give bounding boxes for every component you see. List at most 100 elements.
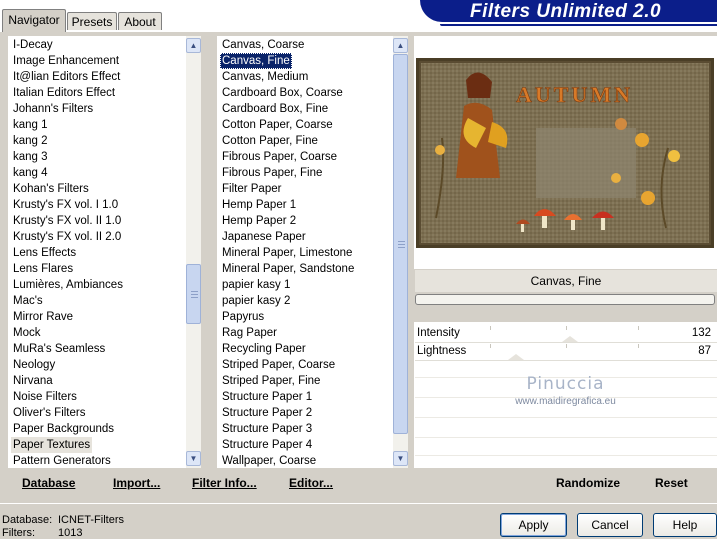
list-item[interactable]: Kohan's Filters (11, 181, 91, 197)
category-scrollbar[interactable]: ▲ ▼ (186, 36, 201, 468)
category-list[interactable]: I-Decay Image Enhancement It@lian Editors … (8, 36, 186, 468)
param-label: Lightness (417, 345, 467, 357)
list-item[interactable]: kang 1 (11, 117, 50, 133)
list-item[interactable]: Striped Paper, Fine (220, 373, 322, 389)
list-item[interactable]: Structure Paper 3 (220, 421, 314, 437)
list-item[interactable]: Mirror Rave (11, 309, 75, 325)
editor-label: Editor... (289, 476, 334, 490)
list-item[interactable]: Striped Paper, Coarse (220, 357, 337, 373)
list-item[interactable]: Hemp Paper 1 (220, 197, 298, 213)
list-item[interactable]: Recycling Paper (220, 341, 308, 357)
list-item[interactable]: Lumières, Ambiances (11, 277, 125, 293)
list-item[interactable]: Hemp Paper 2 (220, 213, 298, 229)
param-value: 87 (698, 345, 711, 357)
list-item[interactable]: I-Decay (11, 37, 55, 53)
tab-presets[interactable]: Presets (67, 12, 117, 30)
list-item[interactable]: Paper Backgrounds (11, 421, 116, 437)
list-item[interactable]: Mock (11, 325, 42, 341)
param-lightness[interactable]: Lightness 87 (417, 343, 717, 360)
list-item[interactable]: Mac's (11, 293, 45, 309)
list-item[interactable]: Rag Paper (220, 325, 279, 341)
filter-info-button[interactable]: Filter Info... (192, 475, 257, 491)
list-item[interactable]: kang 4 (11, 165, 50, 181)
database-label: Database (22, 476, 76, 490)
list-item[interactable]: Nirvana (11, 373, 55, 389)
list-item[interactable]: Structure Paper 1 (220, 389, 314, 405)
list-item[interactable]: Mineral Paper, Sandstone (220, 261, 356, 277)
watermark-url: www.maidiregrafica.eu (515, 396, 616, 407)
list-item[interactable]: Krusty's FX vol. I 1.0 (11, 197, 120, 213)
list-item[interactable]: Noise Filters (11, 389, 79, 405)
list-item[interactable]: Fibrous Paper, Coarse (220, 149, 339, 165)
list-item[interactable]: Neology (11, 357, 57, 373)
list-item[interactable]: Filter Paper (220, 181, 283, 197)
list-item[interactable]: papier kasy 2 (220, 293, 292, 309)
status-database-label: Database: (2, 514, 53, 526)
status-filters-label: Filters: (2, 527, 35, 539)
scroll-down-icon[interactable]: ▼ (186, 451, 201, 466)
list-item[interactable]: Fibrous Paper, Fine (220, 165, 324, 181)
brand-underline (440, 24, 717, 26)
list-item[interactable]: Canvas, Coarse (220, 37, 306, 53)
list-item[interactable]: kang 2 (11, 133, 50, 149)
filter-info-label: Filter Info... (192, 476, 257, 490)
watermark-name: Pinuccia (526, 374, 605, 394)
list-item[interactable]: kang 3 (11, 149, 50, 165)
list-item[interactable]: Mineral Paper, Limestone (220, 245, 354, 261)
scroll-thumb[interactable] (393, 54, 408, 434)
list-item[interactable]: Lens Flares (11, 261, 75, 277)
database-button[interactable]: Database (22, 475, 75, 491)
list-item[interactable]: Krusty's FX vol. II 2.0 (11, 229, 123, 245)
list-item[interactable]: Structure Paper 4 (220, 437, 314, 453)
preview-image[interactable]: AUTUMN (416, 58, 714, 248)
list-item[interactable]: Paper Textures (11, 437, 93, 453)
list-item[interactable]: Papyrus (220, 309, 266, 325)
list-item[interactable]: Image Enhancement (11, 53, 121, 69)
list-item[interactable]: MuRa's Seamless (11, 341, 107, 357)
help-button[interactable]: Help (653, 513, 717, 537)
progress-bar (415, 294, 715, 305)
import-label: Import... (113, 476, 161, 490)
list-item[interactable]: Japanese Paper (220, 229, 308, 245)
list-item[interactable]: Italian Editors Effect (11, 85, 117, 101)
list-item[interactable]: Lens Effects (11, 245, 78, 261)
status-filters-value: 1013 (58, 527, 83, 539)
lightness-slider-thumb[interactable] (508, 354, 524, 360)
list-item[interactable]: papier kasy 1 (220, 277, 292, 293)
list-item[interactable]: Wallpaper, Coarse (220, 453, 318, 468)
editor-button[interactable]: Editor... (289, 475, 333, 491)
list-item[interactable]: Cardboard Box, Fine (220, 101, 330, 117)
scroll-up-icon[interactable]: ▲ (393, 38, 408, 53)
scroll-down-icon[interactable]: ▼ (393, 451, 408, 466)
reset-button[interactable]: Reset (655, 475, 688, 491)
filter-scrollbar[interactable]: ▲ ▼ (393, 36, 408, 468)
preview-artwork: AUTUMN (416, 58, 714, 248)
list-item[interactable]: Canvas, Fine (220, 53, 292, 69)
filter-list[interactable]: Canvas, Coarse Canvas, Fine Canvas, Medium… (217, 36, 393, 468)
filter-name-label: Canvas, Fine (530, 274, 602, 288)
status-database-value: ICNET-Filters (58, 514, 124, 526)
tab-navigator[interactable]: Navigator (2, 9, 66, 32)
randomize-button[interactable]: Randomize (556, 475, 620, 491)
tab-about[interactable]: About (118, 12, 162, 30)
list-item[interactable]: Cardboard Box, Coarse (220, 85, 345, 101)
list-item[interactable]: Cotton Paper, Coarse (220, 117, 335, 133)
cancel-button[interactable]: Cancel (577, 513, 643, 537)
intensity-slider-thumb[interactable] (562, 336, 578, 342)
param-label: Intensity (417, 327, 460, 339)
scroll-thumb[interactable] (186, 264, 201, 324)
param-value: 132 (691, 327, 711, 339)
import-button[interactable]: Import... (113, 475, 160, 491)
list-item[interactable]: Johann's Filters (11, 101, 95, 117)
list-item[interactable]: Pattern Generators (11, 453, 113, 468)
app-title: Filters Unlimited 2.0 (470, 1, 662, 22)
list-item[interactable]: Structure Paper 2 (220, 405, 314, 421)
scroll-up-icon[interactable]: ▲ (186, 38, 201, 53)
list-item[interactable]: Canvas, Medium (220, 69, 310, 85)
list-item[interactable]: Oliver's Filters (11, 405, 87, 421)
list-item[interactable]: Krusty's FX vol. II 1.0 (11, 213, 123, 229)
list-item[interactable]: Cotton Paper, Fine (220, 133, 320, 149)
apply-button[interactable]: Apply (500, 513, 567, 537)
artwork-title: AUTUMN (516, 82, 633, 107)
list-item[interactable]: It@lian Editors Effect (11, 69, 122, 85)
